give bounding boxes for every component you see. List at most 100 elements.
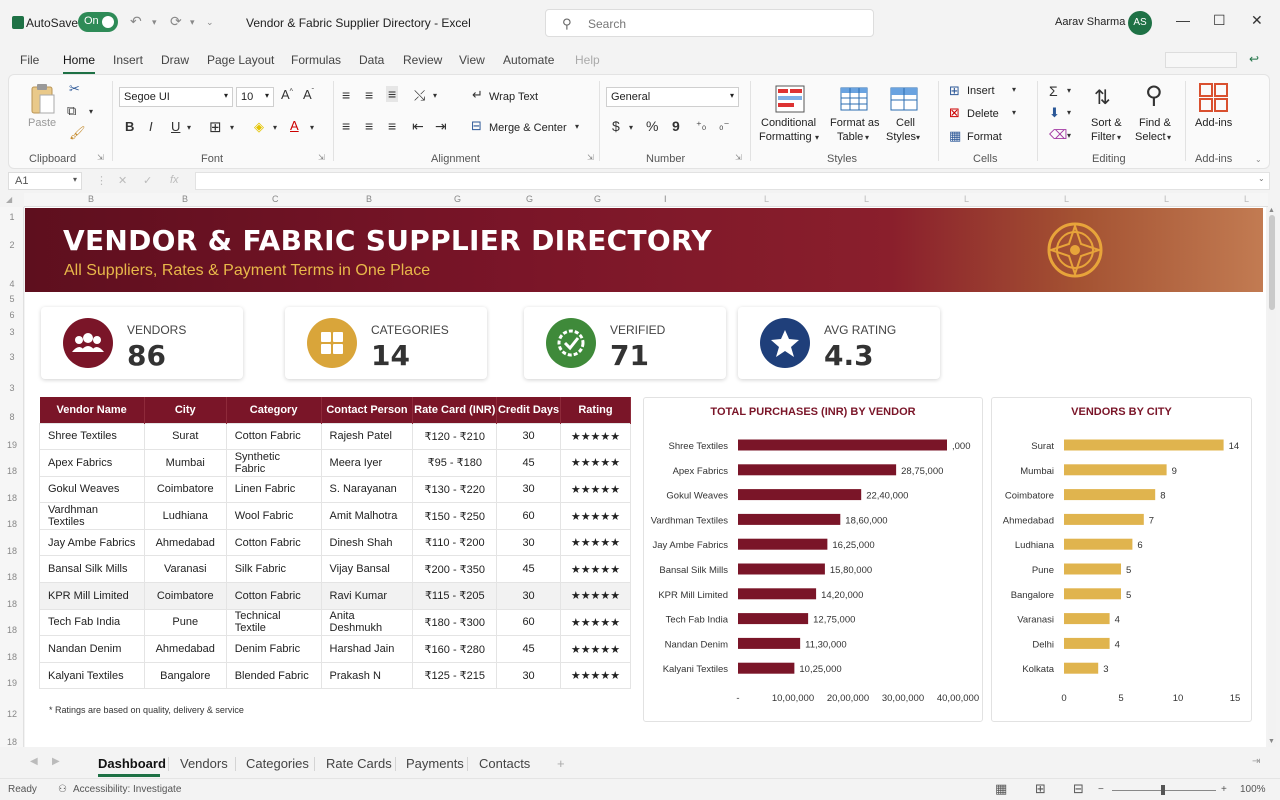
column-header-city[interactable]: City [144, 397, 227, 423]
page-layout-view-icon[interactable]: ⊞ [1035, 781, 1046, 797]
table-cell[interactable]: Tech Fab India [39, 608, 145, 637]
row-header[interactable]: 18 [0, 466, 24, 476]
row-header[interactable]: 18 [0, 652, 24, 662]
underline-button[interactable]: U [171, 119, 180, 134]
align-right-icon[interactable]: ≡ [388, 118, 396, 134]
row-header[interactable]: 5 [0, 294, 24, 304]
minimize-icon[interactable]: — [1176, 12, 1190, 28]
table-cell[interactable]: Ludhiana [143, 502, 227, 530]
column-header-category[interactable]: Category [226, 397, 322, 423]
column-header-vendor-name[interactable]: Vendor Name [39, 397, 145, 423]
table-cell[interactable]: Bangalore [143, 661, 227, 690]
tab-file[interactable]: File [20, 53, 39, 67]
column-header-credit-days[interactable]: Credit Days [496, 397, 561, 423]
cell-styles-label-2[interactable]: Styles [886, 131, 916, 143]
merge-center-icon[interactable]: ⊟ [471, 118, 482, 134]
format-painter-icon[interactable]: 🖌 [69, 125, 86, 141]
table-cell[interactable]: Ahmedabad [143, 528, 227, 557]
paste-label[interactable]: Paste [28, 117, 56, 129]
decrease-font-icon[interactable]: Aˇ [303, 87, 314, 102]
select-all-icon[interactable]: ◢ [6, 195, 12, 204]
row-header[interactable]: 18 [0, 519, 24, 529]
table-cell[interactable]: Blended Fabric [225, 661, 322, 690]
scrollbar-thumb[interactable] [1269, 215, 1275, 310]
more-options-icon[interactable]: ⋮ [96, 174, 107, 187]
user-name[interactable]: Aarav Sharma [1055, 16, 1125, 28]
comma-style-icon[interactable]: 9 [672, 118, 680, 134]
cancel-icon[interactable]: ✕ [118, 174, 127, 187]
zoom-slider-handle[interactable] [1161, 785, 1165, 795]
column-header[interactable]: G [454, 194, 461, 204]
font-color-dropdown-icon[interactable]: ▾ [310, 123, 314, 132]
undo-icon[interactable]: ↶ [130, 13, 142, 30]
avatar[interactable]: AS [1128, 11, 1152, 35]
row-header[interactable]: 19 [0, 678, 24, 688]
decrease-decimal-icon[interactable]: ₀⁻ [719, 119, 729, 132]
table-cell[interactable]: ₹130 - ₹220 [412, 475, 498, 504]
delete-cells-icon[interactable]: ⊠ [949, 105, 960, 121]
increase-font-icon[interactable]: A^ [281, 87, 293, 102]
format-as-table-icon[interactable] [840, 85, 870, 113]
insert-cells-icon[interactable]: ⊞ [949, 83, 960, 99]
table-cell[interactable]: Harshad Jain [320, 635, 414, 663]
next-sheet-icon[interactable]: ▶ [52, 756, 60, 767]
table-cell[interactable]: Jay Ambe Fabrics [39, 528, 145, 557]
city-chart-panel[interactable]: VENDORS BY CITY Surat 14 Mumbai 9 Coimbatore… [991, 397, 1252, 722]
table-cell[interactable]: Shree Textiles [39, 422, 145, 451]
zoom-level[interactable]: 100% [1240, 784, 1266, 795]
table-cell[interactable]: Nandan Denim [39, 635, 145, 663]
merge-dropdown-icon[interactable]: ▾ [575, 122, 579, 131]
borders-icon[interactable]: ⊞ [209, 118, 222, 136]
zoom-in-icon[interactable]: + [1221, 784, 1227, 795]
cut-icon[interactable]: ✂ [69, 81, 80, 97]
table-cell[interactable]: Mumbai [143, 449, 227, 477]
table-cell[interactable]: 30 [496, 422, 561, 451]
sheet-tab-dashboard[interactable]: Dashboard [98, 756, 166, 771]
table-cell[interactable]: Coimbatore [143, 582, 227, 610]
fill-color-dropdown-icon[interactable]: ▾ [273, 123, 277, 132]
chevron-down-icon[interactable]: ▾ [1167, 133, 1171, 142]
tab-insert[interactable]: Insert [113, 53, 143, 67]
row-header[interactable]: 6 [0, 310, 24, 320]
table-cell[interactable]: Vijay Bansal [320, 555, 414, 584]
table-cell[interactable]: Rajesh Patel [320, 422, 414, 451]
undo-dropdown-icon[interactable]: ▾ [152, 17, 157, 28]
sort-filter-label-1[interactable]: Sort & [1091, 117, 1122, 129]
clear-icon[interactable]: ⌫ [1049, 127, 1067, 143]
tab-home[interactable]: Home [63, 53, 95, 67]
chevron-down-icon[interactable]: ▾ [916, 133, 920, 142]
table-cell[interactable]: ₹110 - ₹200 [412, 528, 498, 557]
font-launcher-icon[interactable]: ⇲ [318, 153, 325, 162]
table-cell[interactable]: ₹115 - ₹205 [412, 582, 498, 610]
align-middle-icon[interactable]: ≡ [365, 87, 373, 103]
paste-icon[interactable] [29, 83, 57, 115]
row-header[interactable]: 4 [0, 279, 24, 289]
table-cell[interactable]: 45 [496, 555, 561, 584]
customize-dropdown-icon[interactable]: ▾ [190, 17, 195, 28]
find-select-label-1[interactable]: Find & [1139, 117, 1171, 129]
sheet-tab-payments[interactable]: Payments [406, 756, 464, 771]
prev-sheet-icon[interactable]: ◀ [30, 756, 38, 767]
table-cell[interactable]: Silk Fabric [225, 555, 322, 584]
row-header[interactable]: 3 [0, 327, 24, 337]
row-header[interactable]: 18 [0, 737, 24, 747]
table-cell[interactable]: Vardhman Textiles [39, 502, 145, 530]
rating-stars[interactable]: ★★★★★ [559, 528, 632, 557]
rating-stars[interactable]: ★★★★★ [559, 422, 632, 451]
delete-cells-button[interactable]: Delete [967, 108, 999, 120]
table-cell[interactable]: Ahmedabad [143, 635, 227, 663]
font-name-select[interactable]: Segoe UI ▾ [119, 87, 233, 107]
conditional-formatting-label-2[interactable]: Formatting [759, 131, 812, 143]
row-header[interactable]: 18 [0, 599, 24, 609]
currency-dropdown-icon[interactable]: ▾ [629, 123, 633, 132]
row-header[interactable]: 3 [0, 352, 24, 362]
table-cell[interactable]: Technical Textile [225, 608, 322, 637]
table-cell[interactable]: Coimbatore [143, 475, 227, 504]
format-cells-button[interactable]: Format [967, 131, 1002, 143]
column-header[interactable]: B [88, 194, 94, 204]
sheet-tab-contacts[interactable]: Contacts [479, 756, 530, 771]
purchases-chart-panel[interactable]: TOTAL PURCHASES (INR) BY VENDOR Shree Te… [643, 397, 983, 722]
table-cell[interactable]: KPR Mill Limited [39, 582, 145, 610]
qat-more-icon[interactable]: ⌄ [206, 17, 214, 28]
merge-center-button[interactable]: Merge & Center [489, 122, 567, 134]
